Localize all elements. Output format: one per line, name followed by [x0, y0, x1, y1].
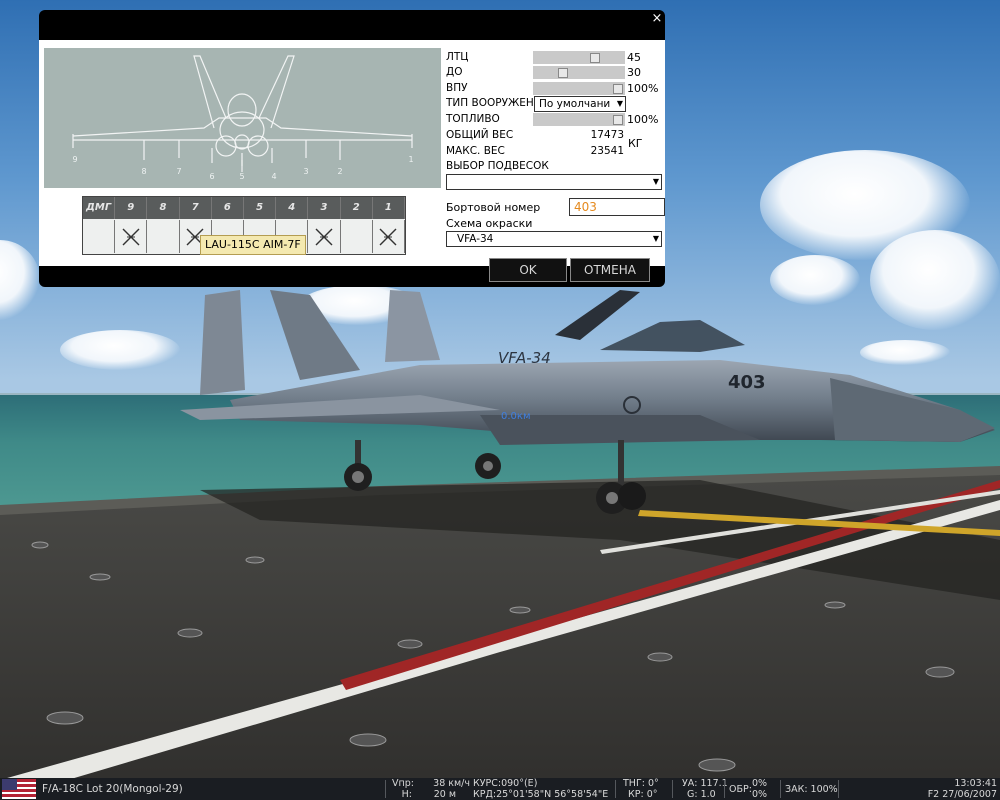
weapon-type-select[interactable]: По умолчани ▼ [534, 96, 626, 112]
weapon-type-label: ТИП ВООРУЖЕНИ [446, 97, 534, 109]
station-label: 4 [271, 172, 276, 181]
slider-knob[interactable] [613, 84, 623, 94]
slider-knob[interactable] [558, 68, 569, 78]
aoa: УА: 117.1 [682, 778, 728, 789]
livery-value: VFA-34 [457, 233, 494, 245]
weapon-type-value: По умолчани [539, 98, 611, 110]
max-weight-value: 23541 [590, 145, 624, 157]
aircraft-front-view: 9 8 7 6 5 4 3 2 1 [72, 55, 414, 181]
dialog-body: 9 8 7 6 5 4 3 2 1 ДМГ 9 8 7 6 5 4 3 2 1 LAU-115C … [39, 40, 665, 266]
thrust: ТНГ: 0° [623, 778, 659, 789]
pylon-cell-1[interactable] [372, 220, 405, 253]
total-weight-label: ОБЩИЙ ВЕС [446, 129, 514, 141]
fuel-slider[interactable] [533, 113, 625, 126]
cancel-button[interactable]: ОТМЕНА [570, 258, 650, 282]
divider [672, 780, 673, 798]
pylon-header-1: 1 [372, 197, 405, 219]
h-label: H: [401, 789, 412, 800]
obr-label: ОБР: [729, 784, 752, 795]
ltc-slider[interactable] [533, 51, 625, 64]
vpr-label: Vпр: [392, 778, 414, 789]
pylon-cell-2[interactable] [340, 220, 373, 253]
board-number-label: Бортовой номер [446, 201, 541, 214]
clock-date: F2 27/06/2007 [927, 789, 997, 800]
g-load: G: 1.0 [687, 789, 716, 800]
slider-label-vpu: ВПУ [446, 82, 468, 94]
do-value: 30 [627, 66, 641, 79]
weight-unit: КГ [628, 137, 643, 150]
chevron-down-icon: ▼ [652, 177, 659, 186]
board-number-field[interactable]: 403 [569, 198, 665, 216]
station-label: 3 [303, 167, 308, 176]
pylon-header-dmg: ДМГ [83, 197, 116, 219]
livery-select[interactable]: VFA-34 ▼ [446, 231, 662, 247]
divider [724, 780, 725, 798]
clock-time: 13:03:41 [954, 778, 997, 789]
unit-name: F/A-18C Lot 20(Mongol-29) [42, 783, 183, 795]
station-label: 9 [72, 155, 77, 164]
pylon-header-6: 6 [211, 197, 244, 219]
pylon-header-8: 8 [147, 197, 180, 219]
station-label: 5 [239, 172, 244, 181]
slider-knob[interactable] [590, 53, 601, 63]
fuel-label: ТОПЛИВО [446, 113, 500, 125]
chevron-down-icon: ▼ [652, 234, 659, 243]
vpu-slider[interactable] [533, 82, 625, 95]
loadout-select-label: ВЫБОР ПОДВЕСОК [446, 160, 549, 172]
station-label: 1 [408, 155, 413, 164]
pylon-cell-8[interactable] [147, 220, 180, 253]
pylon-header-7: 7 [179, 197, 212, 219]
coordinates: КРД:25°01'58"N 56°58'54"E [473, 789, 609, 800]
course: КУРС:090°(E) [473, 778, 538, 789]
us-flag-icon [2, 779, 36, 799]
missile-icon [122, 228, 140, 245]
max-weight-label: МАКС. ВЕС [446, 145, 505, 157]
station-label: 7 [176, 167, 181, 176]
pylon-tooltip: LAU-115C AIM-7F [200, 235, 306, 255]
slider-label-ltc: ЛТЦ [446, 51, 469, 63]
pylon-cell-9[interactable] [115, 220, 148, 253]
h-value: 20 м [433, 789, 456, 800]
pylon-header-4: 4 [276, 197, 309, 219]
missile-icon [315, 228, 333, 245]
loadout-select[interactable]: ▼ [446, 174, 662, 190]
zak: ЗАК: 100% [785, 784, 838, 795]
aircraft-preview: 9 8 7 6 5 4 3 2 1 [44, 48, 441, 188]
divider [615, 780, 616, 798]
station-label: 8 [141, 167, 146, 176]
obr-value-2: 0% [752, 789, 768, 800]
divider [385, 780, 386, 798]
slider-label-do: ДО [446, 66, 463, 78]
pylon-cell-dmg[interactable] [83, 220, 116, 253]
tail-marking-text: VFA-34 [498, 349, 551, 367]
loadout-dialog: 9 8 7 6 5 4 3 2 1 ДМГ 9 8 7 6 5 4 3 2 1 LAU-115C … [39, 10, 665, 287]
nose-number-text: 403 [728, 372, 766, 393]
vpr-value: 38 км/ч [433, 778, 470, 789]
fuel-value: 100% [627, 113, 659, 126]
total-weight-value: 17473 [590, 129, 624, 141]
pylon-header-5: 5 [244, 197, 277, 219]
speed-readout: 0.0км [501, 411, 531, 422]
pylon-cell-3[interactable] [308, 220, 341, 253]
obr-value-1: 0% [752, 778, 768, 789]
pylon-header-2: 2 [340, 197, 373, 219]
close-icon[interactable]: × [650, 12, 664, 26]
pylon-header-3: 3 [308, 197, 341, 219]
station-label: 6 [209, 172, 214, 181]
slider-knob[interactable] [613, 115, 623, 125]
pylon-header-9: 9 [115, 197, 148, 219]
vpu-value: 100% [627, 82, 659, 95]
bank: КР: 0° [628, 789, 658, 800]
chevron-down-icon: ▼ [616, 99, 623, 108]
status-bar: F/A-18C Lot 20(Mongol-29) Vпр: H: 38 км/… [0, 778, 1000, 800]
divider [838, 780, 839, 798]
missile-icon [379, 228, 397, 245]
divider [780, 780, 781, 798]
station-label: 2 [337, 167, 342, 176]
livery-label: Схема окраски [446, 217, 533, 230]
ltc-value: 45 [627, 51, 641, 64]
do-slider[interactable] [533, 66, 625, 79]
ok-button[interactable]: OK [489, 258, 567, 282]
